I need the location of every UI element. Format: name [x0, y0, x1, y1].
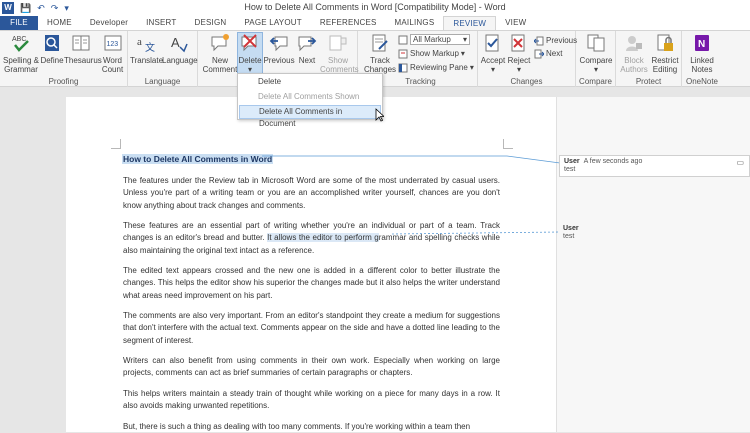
- mouse-cursor-icon: [375, 108, 384, 122]
- delete-dropdown-menu: Delete Delete All Comments Shown Delete …: [237, 73, 383, 128]
- comment-time: A few seconds ago: [583, 158, 643, 165]
- comment-text: test: [564, 166, 576, 173]
- comment-balloon[interactable]: User A few seconds ago ▭ test: [559, 155, 750, 177]
- menu-item-delete-all-in-document[interactable]: Delete All Comments in Document: [239, 105, 381, 128]
- comment-connectors: [262, 155, 561, 235]
- reply-comment-icon[interactable]: ▭: [736, 158, 744, 167]
- comment-1-connector: [262, 155, 561, 164]
- comment-author: User: [564, 158, 580, 165]
- comment-text: test: [563, 233, 575, 240]
- comment-2-connector: [391, 231, 561, 235]
- menu-item-delete-all-shown[interactable]: Delete All Comments Shown: [239, 90, 381, 104]
- menu-item-delete[interactable]: Delete: [239, 75, 381, 89]
- comment-author: User: [563, 225, 579, 232]
- comment-balloon[interactable]: User test: [559, 223, 750, 245]
